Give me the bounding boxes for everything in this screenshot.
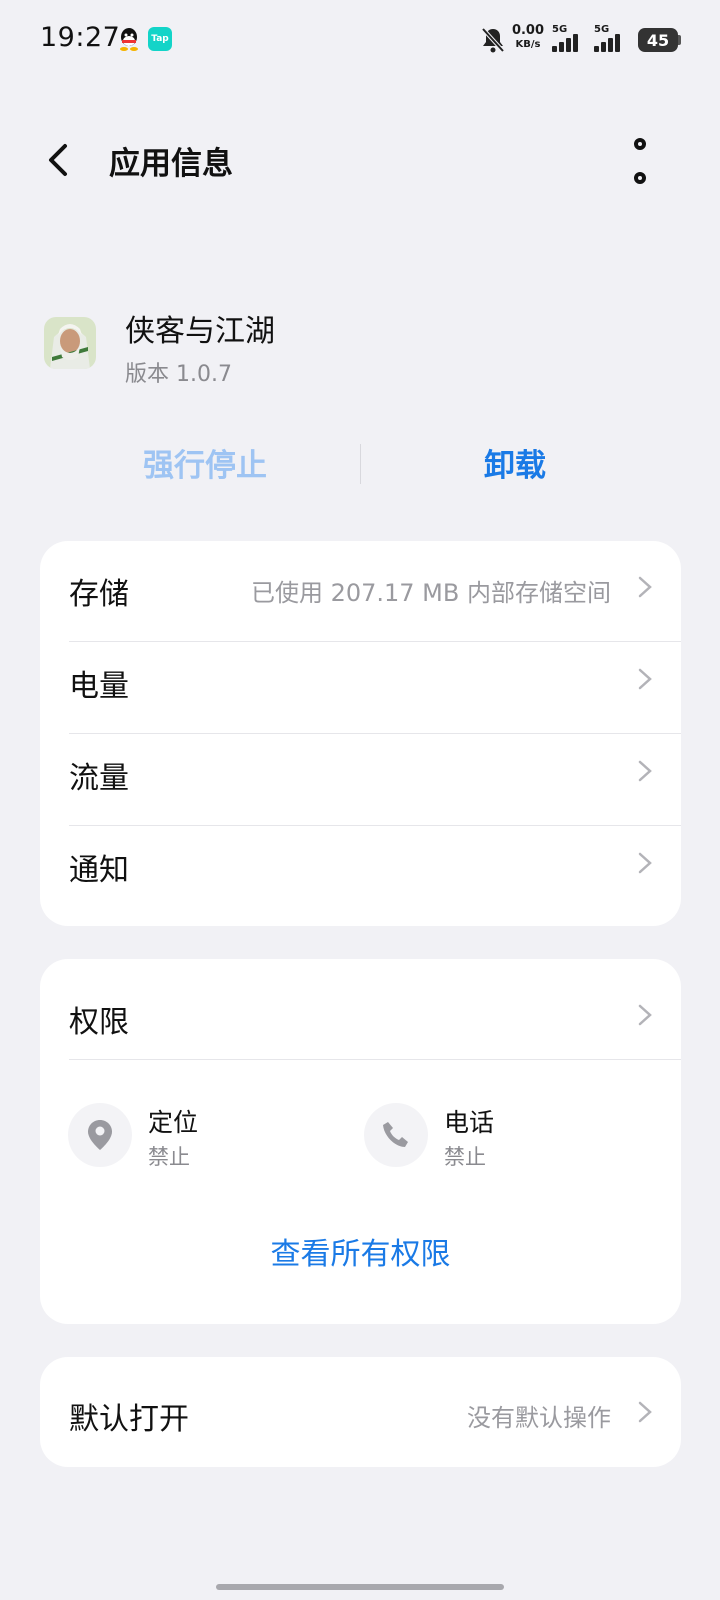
- app-name: 侠客与江湖: [125, 314, 275, 349]
- app-version: 版本 1.0.7: [125, 362, 232, 387]
- view-all-permissions-link[interactable]: 查看所有权限: [40, 1229, 681, 1273]
- signal-icon: 5G: [552, 24, 586, 52]
- battery-tip: [678, 35, 681, 45]
- permissions-label: 权限: [69, 1005, 129, 1040]
- location-icon-circle: [68, 1103, 132, 1167]
- qq-icon: [120, 28, 138, 51]
- permission-state: 禁止: [148, 1145, 190, 1169]
- location-pin-icon: [88, 1120, 112, 1150]
- storage-row[interactable]: 存储 已使用 207.17 MB 内部存储空间: [40, 541, 681, 632]
- signal-icon: 5G: [594, 24, 628, 52]
- chevron-right-icon: [638, 1401, 652, 1423]
- default-open-label: 默认打开: [69, 1402, 189, 1437]
- chevron-right-icon: [638, 760, 652, 782]
- app-icon: [44, 317, 96, 369]
- page-title: 应用信息: [109, 146, 233, 182]
- taptap-label: Tap: [151, 34, 169, 44]
- back-arrow-icon: [49, 144, 67, 176]
- notifications-label: 通知: [69, 853, 129, 888]
- battery-usage-row[interactable]: 电量: [40, 633, 681, 724]
- chevron-right-icon: [638, 1004, 652, 1026]
- battery-level: 45: [646, 30, 670, 50]
- details-card: 存储 已使用 207.17 MB 内部存储空间 电量 流量 通知: [40, 541, 681, 926]
- permissions-card: 权限 定位 禁止 电话 禁止 查看所有权限: [40, 959, 681, 1324]
- default-open-value: 没有默认操作: [467, 1404, 611, 1432]
- permission-location[interactable]: 定位 禁止: [68, 1103, 328, 1173]
- network-speed-unit: KB/s: [515, 39, 541, 50]
- permission-state: 禁止: [444, 1145, 486, 1169]
- storage-label: 存储: [69, 577, 129, 612]
- network-speed-value: 0.00: [511, 23, 545, 38]
- more-options-button[interactable]: [628, 138, 652, 184]
- storage-value: 已使用 207.17 MB 内部存储空间: [250, 579, 611, 607]
- sim1-label: 5G: [552, 24, 568, 35]
- home-indicator[interactable]: [216, 1584, 504, 1590]
- force-stop-button[interactable]: 强行停止: [100, 440, 310, 485]
- default-open-card: 默认打开 没有默认操作: [40, 1357, 681, 1467]
- battery-usage-label: 电量: [69, 669, 129, 704]
- status-time: 19:27: [40, 22, 121, 53]
- bell-mute-icon: [481, 27, 505, 53]
- network-speed: 0.00 KB/s: [510, 24, 546, 52]
- permissions-row[interactable]: 权限: [40, 969, 681, 1060]
- more-options-icon: [634, 172, 646, 184]
- permission-name: 定位: [148, 1108, 199, 1137]
- more-options-icon: [634, 138, 646, 150]
- default-open-row[interactable]: 默认打开 没有默认操作: [40, 1366, 681, 1457]
- back-button[interactable]: [38, 138, 78, 182]
- action-divider: [360, 444, 361, 484]
- phone-icon-circle: [364, 1103, 428, 1167]
- chevron-right-icon: [638, 668, 652, 690]
- taptap-icon: Tap: [148, 27, 172, 51]
- sim2-label: 5G: [594, 24, 610, 35]
- permission-phone[interactable]: 电话 禁止: [364, 1103, 624, 1173]
- notifications-row[interactable]: 通知: [40, 817, 681, 908]
- uninstall-button[interactable]: 卸载: [410, 440, 620, 485]
- row-divider: [69, 1059, 681, 1060]
- data-usage-row[interactable]: 流量: [40, 725, 681, 816]
- phone-icon: [383, 1122, 408, 1147]
- chevron-right-icon: [638, 576, 652, 598]
- battery-icon: 45: [638, 28, 678, 52]
- data-usage-label: 流量: [69, 761, 129, 796]
- permission-name: 电话: [444, 1108, 495, 1137]
- chevron-right-icon: [638, 852, 652, 874]
